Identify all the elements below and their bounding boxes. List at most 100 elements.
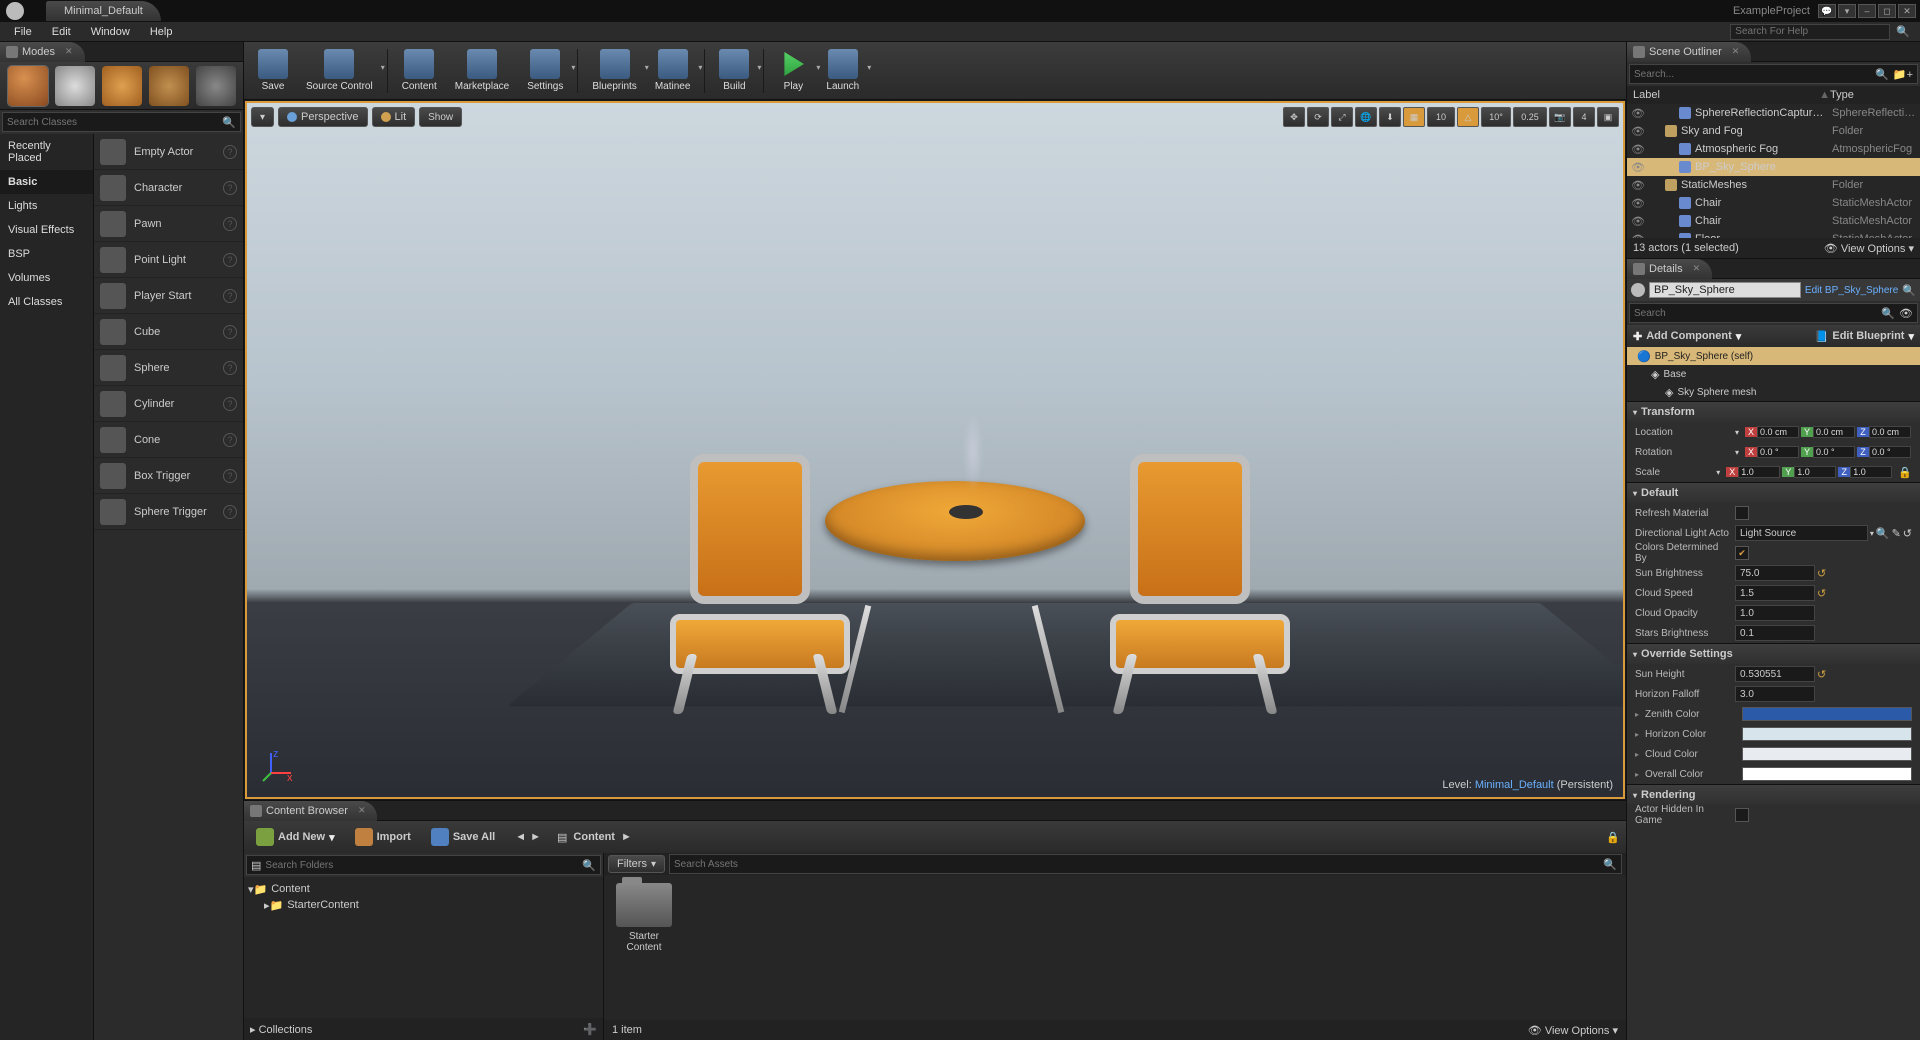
close-icon[interactable]: ✕ xyxy=(65,46,73,57)
category-recently-placed[interactable]: Recently Placed xyxy=(0,134,93,170)
scale-snap-value[interactable]: 0.25 xyxy=(1513,107,1547,127)
component-row[interactable]: 🔵 BP_Sky_Sphere (self) xyxy=(1627,347,1920,365)
search-assets[interactable]: 🔍 xyxy=(669,854,1622,874)
reset-icon[interactable]: ↺ xyxy=(1817,587,1826,600)
outliner-row[interactable]: 👁Sky and FogFolder xyxy=(1627,122,1920,140)
eye-icon[interactable]: 👁 xyxy=(1631,143,1643,156)
breadcrumb[interactable]: ▤Content ► xyxy=(557,831,632,844)
eye-icon[interactable]: 👁 xyxy=(1899,307,1913,320)
view-options-button[interactable]: 👁 View Options ▾ xyxy=(1824,242,1914,255)
save-all-button[interactable]: Save All xyxy=(425,825,501,849)
sun-height-field[interactable]: 0.530551 xyxy=(1735,666,1815,682)
category-all-classes[interactable]: All Classes xyxy=(0,290,93,314)
reset-icon[interactable]: ↺ xyxy=(1903,527,1912,540)
paint-mode-icon[interactable] xyxy=(55,66,95,106)
lock-scale-icon[interactable]: 🔒 xyxy=(1898,466,1912,479)
horizon-falloff-field[interactable]: 3.0 xyxy=(1735,686,1815,702)
search-folders[interactable]: ▤ 🔍 xyxy=(246,855,601,875)
close-icon[interactable]: ✕ xyxy=(358,805,366,816)
category-lights[interactable]: Lights xyxy=(0,194,93,218)
viewport-menu-button[interactable]: ▾ xyxy=(251,107,274,127)
outliner-header[interactable]: Label▲ Type xyxy=(1627,86,1920,104)
angle-snap-value[interactable]: 10° xyxy=(1481,107,1511,127)
place-item[interactable]: Pawn? xyxy=(94,206,243,242)
outliner-search[interactable]: 🔍 📁+ xyxy=(1629,64,1918,84)
outliner-row[interactable]: 👁ChairStaticMeshActor xyxy=(1627,194,1920,212)
place-item[interactable]: Player Start? xyxy=(94,278,243,314)
add-new-button[interactable]: Add New ▾ xyxy=(250,825,341,849)
horizon-color-swatch[interactable] xyxy=(1742,727,1912,741)
directional-light-field[interactable]: Light Source xyxy=(1735,525,1868,541)
modes-tab[interactable]: Modes✕ xyxy=(0,42,85,62)
maximize-button[interactable]: ◻ xyxy=(1878,4,1896,18)
camera-speed-value[interactable]: 4 xyxy=(1573,107,1595,127)
grid-snap-icon[interactable]: ▦ xyxy=(1403,107,1425,127)
cloud-color-swatch[interactable] xyxy=(1742,747,1912,761)
actor-name-field[interactable]: BP_Sky_Sphere xyxy=(1649,282,1801,298)
content-browser-tab[interactable]: Content Browser✕ xyxy=(244,801,377,821)
edit-icon[interactable]: ✎ xyxy=(1892,527,1901,540)
section-header[interactable]: ▾Transform xyxy=(1627,402,1920,422)
help-search-input[interactable] xyxy=(1730,24,1890,40)
nav-fwd-icon[interactable]: ► xyxy=(530,831,541,843)
eye-icon[interactable]: 👁 xyxy=(1631,107,1643,120)
close-icon[interactable]: ✕ xyxy=(1693,263,1701,274)
filters-button[interactable]: Filters ▾ xyxy=(608,855,665,873)
chevron-down-icon[interactable]: ▾ xyxy=(867,63,871,72)
place-item[interactable]: Cone? xyxy=(94,422,243,458)
chevron-down-icon[interactable]: ▾ xyxy=(381,63,385,72)
viewport-perspective-button[interactable]: Perspective xyxy=(278,107,367,127)
close-icon[interactable]: ✕ xyxy=(1732,46,1740,57)
maximize-viewport-icon[interactable]: ▣ xyxy=(1597,107,1619,127)
transform-select-icon[interactable]: ✥ xyxy=(1283,107,1305,127)
eye-icon[interactable]: 👁 xyxy=(1631,125,1643,138)
tree-item[interactable]: ▾📁Content xyxy=(248,881,599,897)
outliner-row[interactable]: 👁Atmospheric FogAtmosphericFog xyxy=(1627,140,1920,158)
search-classes[interactable]: 🔍 xyxy=(2,112,241,132)
camera-speed-icon[interactable]: 📷 xyxy=(1549,107,1571,127)
info-icon[interactable]: ? xyxy=(223,217,237,231)
cloud-opacity-field[interactable]: 1.0 xyxy=(1735,605,1815,621)
category-bsp[interactable]: BSP xyxy=(0,242,93,266)
toolbar-save[interactable]: Save xyxy=(250,45,296,97)
tree-item[interactable]: ▸📁StarterContent xyxy=(248,897,599,913)
details-search-input[interactable] xyxy=(1634,308,1881,319)
geometry-mode-icon[interactable] xyxy=(196,66,236,106)
eye-icon[interactable]: 👁 xyxy=(1631,215,1643,228)
eye-icon[interactable]: 👁 xyxy=(1631,197,1643,210)
asset-folder[interactable]: Starter Content xyxy=(612,883,676,953)
colors-determined-checkbox[interactable]: ✔ xyxy=(1735,546,1749,560)
rotation-field[interactable]: X0.0 ° Y0.0 ° Z0.0 ° xyxy=(1745,444,1912,460)
search-folders-input[interactable] xyxy=(265,860,582,871)
outliner-row[interactable]: 👁StaticMeshesFolder xyxy=(1627,176,1920,194)
place-item[interactable]: Cylinder? xyxy=(94,386,243,422)
lock-icon[interactable]: 🔒 xyxy=(1606,831,1620,844)
component-row[interactable]: ◈ Sky Sphere mesh xyxy=(1627,383,1920,401)
category-visual-effects[interactable]: Visual Effects xyxy=(0,218,93,242)
menu-edit[interactable]: Edit xyxy=(42,24,81,40)
search-classes-input[interactable] xyxy=(7,117,222,128)
chevron-down-icon[interactable]: ▾ xyxy=(571,63,575,72)
toolbar-play[interactable]: Play▾ xyxy=(770,45,816,97)
toolbar-blueprints[interactable]: Blueprints▾ xyxy=(584,45,644,97)
notify-icon[interactable]: 💬 xyxy=(1818,4,1836,18)
outliner-search-input[interactable] xyxy=(1634,69,1875,80)
viewport-show-button[interactable]: Show xyxy=(419,107,462,127)
eye-icon[interactable]: 👁 xyxy=(1631,179,1643,192)
level-tab[interactable]: Minimal_Default xyxy=(46,1,161,21)
info-icon[interactable]: ? xyxy=(223,361,237,375)
scale-field[interactable]: X1.0 Y1.0 Z1.0 🔒 xyxy=(1726,464,1912,480)
category-volumes[interactable]: Volumes xyxy=(0,266,93,290)
import-button[interactable]: Import xyxy=(349,825,417,849)
angle-snap-icon[interactable]: △ xyxy=(1457,107,1479,127)
toolbar-matinee[interactable]: Matinee▾ xyxy=(647,45,699,97)
nav-back-icon[interactable]: ◄ xyxy=(515,831,526,843)
collections-bar[interactable]: ▸ Collections ➕ xyxy=(244,1018,603,1040)
coord-space-icon[interactable]: 🌐 xyxy=(1355,107,1377,127)
zenith-color-swatch[interactable] xyxy=(1742,707,1912,721)
grid-snap-value[interactable]: 10 xyxy=(1427,107,1455,127)
place-item[interactable]: Point Light? xyxy=(94,242,243,278)
dropdown-icon[interactable]: ▾ xyxy=(1838,4,1856,18)
stars-brightness-field[interactable]: 0.1 xyxy=(1735,625,1815,641)
toolbar-launch[interactable]: Launch▾ xyxy=(818,45,867,97)
